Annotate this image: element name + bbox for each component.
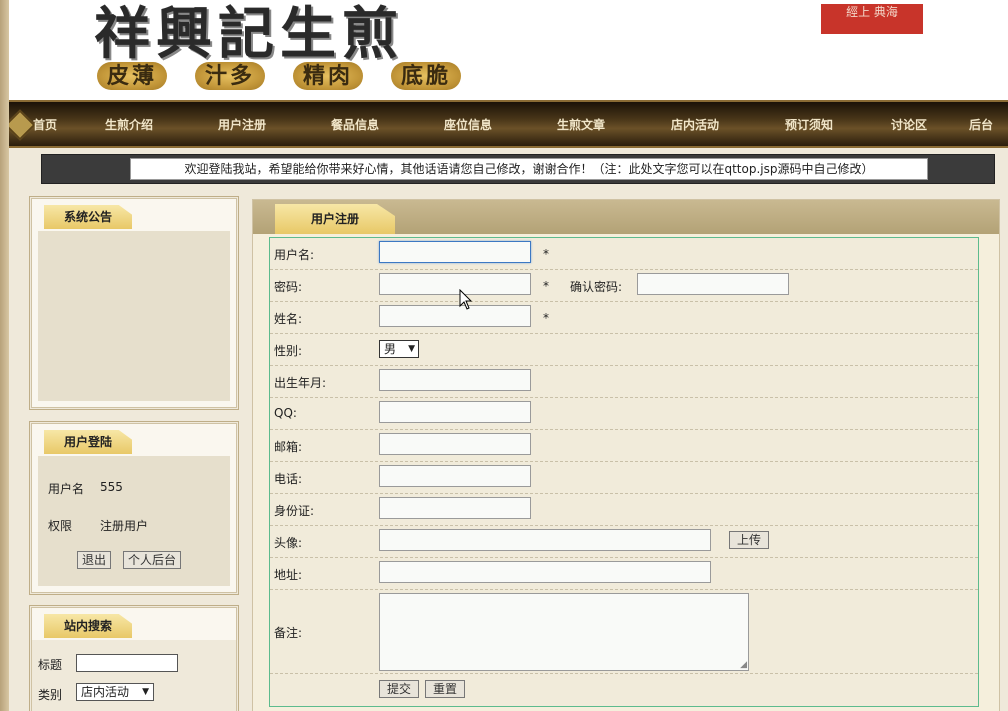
search-title-label: 标题 (38, 658, 63, 672)
announcement-panel: 系统公告 (29, 196, 239, 410)
gender-field-label: 性别: (274, 344, 303, 358)
role-value: 注册用户 (100, 519, 149, 533)
form-row-remark: 备注: ◢ (270, 590, 978, 674)
dropdown-arrow-icon: ▼ (142, 687, 149, 697)
form-row-avatar: 头像: 上传 (270, 526, 978, 558)
form-row-idcard: 身份证: (270, 494, 978, 526)
form-row-email: 邮箱: (270, 430, 978, 462)
form-row-gender: 性别: 男 ▼ (270, 334, 978, 366)
avatar-path-input[interactable] (379, 529, 711, 551)
phone-input[interactable] (379, 465, 531, 487)
form-row-address: 地址: (270, 558, 978, 590)
submit-button[interactable]: 提交 (379, 680, 419, 698)
nav-item-admin[interactable]: 后台 (969, 116, 993, 133)
login-body: 用户名 555 权限 注册用户 退出 个人后台 (38, 456, 230, 586)
reset-button[interactable]: 重置 (425, 680, 465, 698)
login-panel: 用户登陆 用户名 555 权限 注册用户 退出 个人后台 (29, 421, 239, 595)
gender-selected-value: 男 (384, 342, 397, 356)
address-input[interactable] (379, 561, 711, 583)
nav-item-booking[interactable]: 预订须知 (785, 116, 833, 133)
site-banner: 祥興記生煎 皮薄 汁多 精肉 底脆 經上 典海 (9, 0, 1008, 100)
search-panel: 站内搜索 标题 类别 店内活动 ▼ (29, 605, 239, 711)
search-category-select[interactable]: 店内活动 ▼ (76, 683, 154, 701)
notice-text: 欢迎登陆我站，希望能给你带来好心情，其他话语请您自己修改，谢谢合作！（注：此处文… (130, 158, 928, 180)
form-row-phone: 电话: (270, 462, 978, 494)
notice-bar: 欢迎登陆我站，希望能给你带来好心情，其他话语请您自己修改，谢谢合作！（注：此处文… (41, 154, 995, 184)
banner-tag: 汁多 (195, 62, 266, 90)
password-field-label: 密码: (274, 280, 303, 294)
form-row-qq: QQ: (270, 398, 978, 430)
idcard-field-label: 身份证: (274, 504, 315, 518)
confirm-password-label: 确认密码: (570, 280, 623, 294)
nav-item-seats[interactable]: 座位信息 (444, 116, 492, 133)
announcement-body (38, 231, 230, 401)
nav-item-forum[interactable]: 讨论区 (891, 116, 927, 133)
role-label: 权限 (48, 519, 73, 533)
phone-field-label: 电话: (274, 472, 303, 486)
registration-tab: 用户注册 (275, 204, 395, 234)
nav-item-register[interactable]: 用户注册 (218, 116, 266, 133)
panel-title: 站内搜索 (44, 614, 132, 638)
registration-form: 用户名: * 密码: * 确认密码: 姓名: * 性别: 男 ▼ 出生年月: Q… (269, 237, 979, 707)
nav-item-menu[interactable]: 餐品信息 (331, 116, 379, 133)
banner-title: 祥興記生煎 (94, 1, 404, 67)
confirm-password-input[interactable] (637, 273, 789, 295)
panel-title: 用户登陆 (44, 430, 132, 454)
main-nav: 首页 生煎介绍 用户注册 餐品信息 座位信息 生煎文章 店内活动 预订须知 讨论… (9, 100, 1008, 148)
registration-panel: 用户注册 用户名: * 密码: * 确认密码: 姓名: * 性别: 男 ▼ 出生… (252, 199, 1000, 711)
form-row-birth: 出生年月: (270, 366, 978, 398)
banner-tag: 精肉 (293, 62, 364, 90)
required-mark: * (543, 279, 549, 293)
form-actions: 提交 重置 (270, 674, 978, 704)
email-field-label: 邮箱: (274, 440, 303, 454)
username-label: 用户名 (48, 482, 85, 496)
nav-item-intro[interactable]: 生煎介绍 (105, 116, 153, 133)
name-input[interactable] (379, 305, 531, 327)
left-edge-strip (0, 0, 9, 711)
personal-backend-button[interactable]: 个人后台 (123, 551, 182, 569)
logout-button[interactable]: 退出 (77, 551, 112, 569)
gender-select[interactable]: 男 ▼ (379, 340, 419, 358)
avatar-field-label: 头像: (274, 536, 303, 550)
form-row-name: 姓名: * (270, 302, 978, 334)
idcard-input[interactable] (379, 497, 531, 519)
qq-input[interactable] (379, 401, 531, 423)
qq-field-label: QQ: (274, 406, 297, 420)
username-value: 555 (100, 480, 123, 494)
email-input[interactable] (379, 433, 531, 455)
page: 祥興記生煎 皮薄 汁多 精肉 底脆 經上 典海 首页 生煎介绍 用户注册 餐品信… (9, 0, 1008, 711)
name-field-label: 姓名: (274, 312, 303, 326)
category-selected-value: 店内活动 (81, 685, 130, 699)
password-input[interactable] (379, 273, 531, 295)
panel-header: 用户注册 (253, 200, 999, 234)
search-category-label: 类别 (38, 688, 63, 702)
nav-item-articles[interactable]: 生煎文章 (557, 116, 605, 133)
banner-seal: 經上 典海 (821, 4, 923, 34)
required-mark: * (543, 311, 549, 325)
nav-item-events[interactable]: 店内活动 (671, 116, 719, 133)
birth-input[interactable] (379, 369, 531, 391)
remark-textarea[interactable]: ◢ (379, 593, 749, 671)
username-field-label: 用户名: (274, 248, 315, 262)
banner-tag: 底脆 (391, 62, 462, 90)
dropdown-arrow-icon: ▼ (408, 344, 415, 354)
nav-item-home[interactable]: 首页 (33, 116, 57, 133)
search-body: 标题 类别 店内活动 ▼ (32, 640, 236, 711)
mouse-pointer-icon (459, 289, 473, 310)
panel-title: 系统公告 (44, 205, 132, 229)
seal-text: 經上 典海 (846, 5, 898, 19)
required-mark: * (543, 247, 549, 261)
username-input[interactable] (379, 241, 531, 263)
address-field-label: 地址: (274, 568, 303, 582)
banner-tag: 皮薄 (97, 62, 168, 90)
banner-tags: 皮薄 汁多 精肉 底脆 (97, 62, 462, 90)
upload-button[interactable]: 上传 (729, 531, 769, 549)
search-title-input[interactable] (76, 654, 178, 672)
form-row-username: 用户名: * (270, 238, 978, 270)
form-row-password: 密码: * 确认密码: (270, 270, 978, 302)
resize-handle-icon[interactable]: ◢ (740, 660, 747, 670)
nav-ornament-icon (9, 109, 36, 141)
remark-field-label: 备注: (274, 626, 303, 640)
birth-field-label: 出生年月: (274, 376, 327, 390)
